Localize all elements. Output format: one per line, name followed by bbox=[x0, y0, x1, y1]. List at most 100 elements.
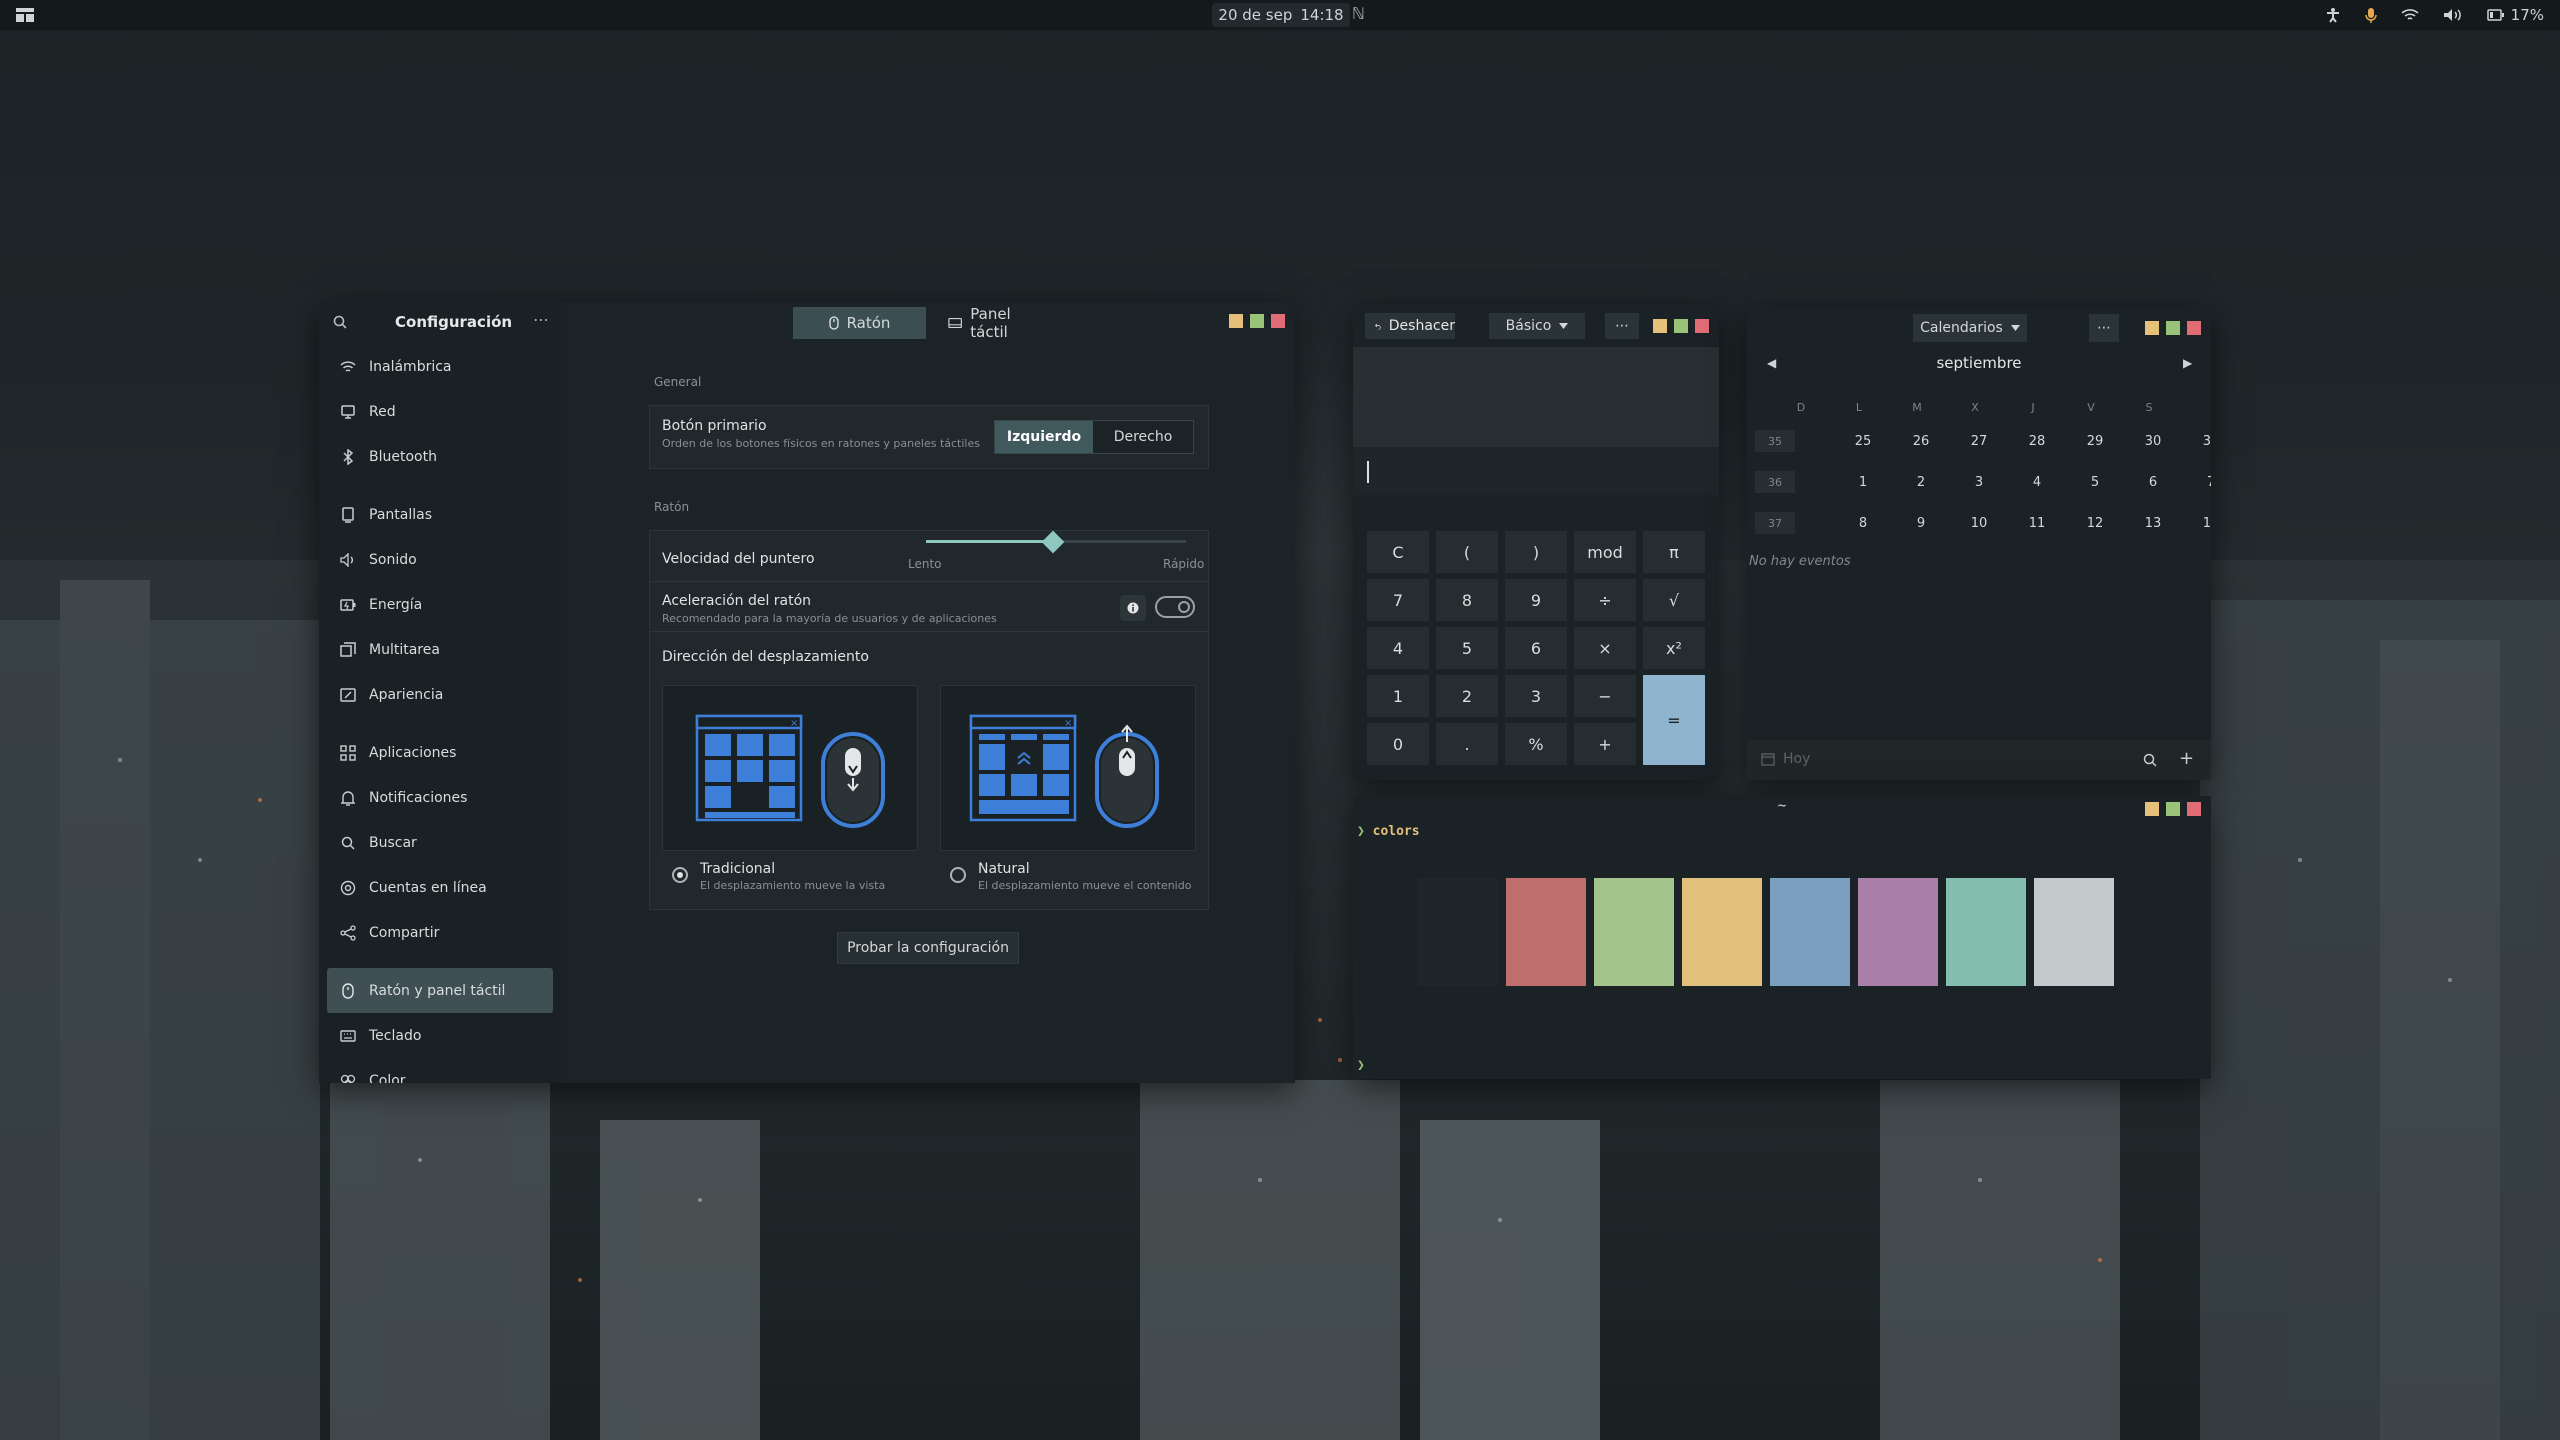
sidebar-item-sharing[interactable]: Compartir bbox=[327, 910, 553, 955]
calc-key[interactable]: + bbox=[1574, 723, 1636, 765]
calc-key[interactable]: C bbox=[1367, 531, 1429, 573]
close-button[interactable] bbox=[2187, 802, 2201, 816]
calc-key[interactable]: − bbox=[1574, 675, 1636, 717]
sidebar-item-sound[interactable]: Sonido bbox=[327, 537, 553, 582]
maximize-button[interactable] bbox=[2166, 321, 2180, 335]
calendar-day[interactable]: 4 bbox=[2017, 475, 2057, 490]
close-button[interactable] bbox=[1695, 319, 1709, 333]
sidebar-item-mouse-touchpad[interactable]: Ratón y panel táctil bbox=[327, 968, 553, 1013]
microphone-icon[interactable] bbox=[2364, 7, 2377, 23]
sidebar-item-notifications[interactable]: Notificaciones bbox=[327, 775, 553, 820]
calendar-day[interactable]: 3 bbox=[1959, 475, 1999, 490]
calc-key[interactable]: 2 bbox=[1436, 675, 1498, 717]
next-month-icon[interactable]: ▶ bbox=[2183, 356, 2192, 370]
mode-dropdown[interactable]: Básico bbox=[1489, 313, 1585, 339]
calendar-day[interactable]: 27 bbox=[1959, 434, 1999, 449]
calendar-day[interactable]: 8 bbox=[1843, 516, 1883, 531]
tab-mouse[interactable]: Ratón bbox=[793, 307, 926, 339]
sidebar-item-bluetooth[interactable]: Bluetooth bbox=[327, 434, 553, 479]
acceleration-toggle[interactable] bbox=[1155, 596, 1195, 618]
calc-key[interactable]: 0 bbox=[1367, 723, 1429, 765]
sidebar-item-online-accounts[interactable]: Cuentas en línea bbox=[327, 865, 553, 910]
traditional-scroll-illustration[interactable]: × bbox=[662, 685, 918, 851]
activities-button[interactable] bbox=[14, 5, 36, 25]
calc-key[interactable]: 5 bbox=[1436, 627, 1498, 669]
sidebar-item-applications[interactable]: Aplicaciones bbox=[327, 730, 553, 775]
calendar-day[interactable]: 6 bbox=[2133, 475, 2173, 490]
calendar-day[interactable]: 12 bbox=[2075, 516, 2115, 531]
calc-key[interactable]: ( bbox=[1436, 531, 1498, 573]
minimize-button[interactable] bbox=[1653, 319, 1667, 333]
calendar-day[interactable]: 30 bbox=[2133, 434, 2173, 449]
test-settings-button[interactable]: Probar la configuración bbox=[837, 932, 1019, 964]
calculator-menu-button[interactable]: ⋯ bbox=[1605, 313, 1639, 339]
calendar-day[interactable]: 2 bbox=[1901, 475, 1941, 490]
sidebar-item-search[interactable]: Buscar bbox=[327, 820, 553, 865]
tab-touchpad[interactable]: Panel táctil bbox=[926, 305, 1066, 341]
traditional-radio[interactable] bbox=[672, 867, 688, 883]
acceleration-info-button[interactable] bbox=[1120, 595, 1146, 621]
calendar-day[interactable]: 1 bbox=[1843, 475, 1883, 490]
terminal-command-line[interactable]: ❯ colors bbox=[1357, 824, 1420, 839]
calc-key[interactable]: % bbox=[1505, 723, 1567, 765]
more-menu-button[interactable]: ⋯ bbox=[533, 310, 549, 329]
calc-key[interactable]: ÷ bbox=[1574, 579, 1636, 621]
calendar-day[interactable]: 14 bbox=[2191, 516, 2211, 531]
sidebar-item-color[interactable]: Color bbox=[327, 1058, 553, 1083]
calc-key[interactable]: . bbox=[1436, 723, 1498, 765]
add-event-icon[interactable]: + bbox=[2179, 748, 2194, 769]
calc-key[interactable]: × bbox=[1574, 627, 1636, 669]
calculator-input[interactable] bbox=[1353, 447, 1719, 495]
calc-key[interactable]: mod bbox=[1574, 531, 1636, 573]
sidebar-item-appearance[interactable]: Apariencia bbox=[327, 672, 553, 717]
calendar-day[interactable]: 9 bbox=[1901, 516, 1941, 531]
clock[interactable]: 20 de sep 14:18 bbox=[1212, 3, 1350, 27]
calendars-dropdown[interactable]: Calendarios bbox=[1913, 314, 2027, 342]
calendar-day[interactable]: 7 bbox=[2191, 475, 2211, 490]
calc-key[interactable]: 7 bbox=[1367, 579, 1429, 621]
minimize-button[interactable] bbox=[2145, 321, 2159, 335]
calendar-day[interactable]: 25 bbox=[1843, 434, 1883, 449]
calc-key[interactable]: = bbox=[1643, 675, 1705, 765]
left-button-option[interactable]: Izquierdo bbox=[995, 421, 1093, 453]
calc-key[interactable]: 1 bbox=[1367, 675, 1429, 717]
calendar-day[interactable]: 26 bbox=[1901, 434, 1941, 449]
calendar-day[interactable]: 11 bbox=[2017, 516, 2057, 531]
system-tray[interactable]: 17% bbox=[2325, 0, 2544, 30]
natural-radio[interactable] bbox=[950, 867, 966, 883]
maximize-button[interactable] bbox=[1250, 314, 1264, 328]
close-button[interactable] bbox=[1271, 314, 1285, 328]
maximize-button[interactable] bbox=[1674, 319, 1688, 333]
search-icon[interactable] bbox=[333, 314, 347, 333]
battery-status[interactable]: 17% bbox=[2486, 6, 2544, 24]
undo-button[interactable]: Deshacer bbox=[1365, 313, 1455, 339]
calc-key[interactable]: 3 bbox=[1505, 675, 1567, 717]
minimize-button[interactable] bbox=[1229, 314, 1243, 328]
calendar-day[interactable]: 10 bbox=[1959, 516, 1999, 531]
accessibility-icon[interactable] bbox=[2325, 7, 2341, 23]
calc-key[interactable]: x² bbox=[1643, 627, 1705, 669]
calc-key[interactable]: π bbox=[1643, 531, 1705, 573]
calendar-day[interactable]: 5 bbox=[2075, 475, 2115, 490]
minimize-button[interactable] bbox=[2145, 802, 2159, 816]
right-button-option[interactable]: Derecho bbox=[1093, 421, 1193, 453]
sidebar-item-keyboard[interactable]: Teclado bbox=[327, 1013, 553, 1058]
calc-key[interactable]: 9 bbox=[1505, 579, 1567, 621]
search-icon[interactable] bbox=[2143, 752, 2157, 771]
sidebar-item-power[interactable]: Energía bbox=[327, 582, 553, 627]
calc-key[interactable]: 6 bbox=[1505, 627, 1567, 669]
calendar-day[interactable]: 29 bbox=[2075, 434, 2115, 449]
today-button[interactable]: Hoy bbox=[1761, 751, 1810, 767]
wifi-status-icon[interactable] bbox=[2401, 8, 2419, 22]
calc-key[interactable]: ) bbox=[1505, 531, 1567, 573]
sidebar-item-multitasking[interactable]: Multitarea bbox=[327, 627, 553, 672]
terminal-prompt-line[interactable]: ❯ bbox=[1357, 1058, 1365, 1073]
sidebar-item-wireless[interactable]: Inalámbrica bbox=[327, 344, 553, 389]
calendar-day[interactable]: 13 bbox=[2133, 516, 2173, 531]
close-button[interactable] bbox=[2187, 321, 2201, 335]
calendar-menu-button[interactable]: ⋯ bbox=[2089, 314, 2119, 342]
sidebar-item-network[interactable]: Red bbox=[327, 389, 553, 434]
calc-key[interactable]: 8 bbox=[1436, 579, 1498, 621]
natural-scroll-illustration[interactable]: × bbox=[940, 685, 1196, 851]
notification-icon[interactable]: ℕ bbox=[1352, 4, 1365, 23]
